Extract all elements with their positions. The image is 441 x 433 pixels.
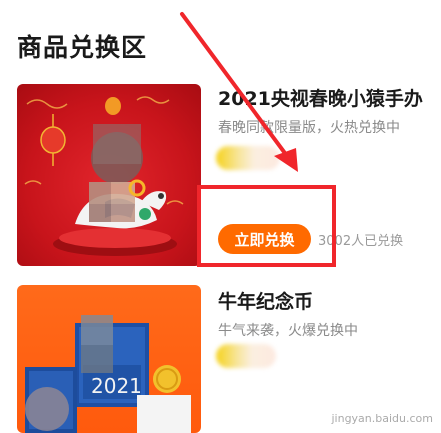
- redeemed-count: 3002人已兑换: [318, 234, 404, 249]
- product-image[interactable]: 2021: [17, 285, 201, 433]
- product-description: 牛气来袭，火爆兑换中: [218, 323, 358, 339]
- watermark: jingyan.baidu.com: [331, 412, 433, 425]
- price-badge: [216, 344, 276, 368]
- coin-box-illustration: 2021: [25, 315, 191, 433]
- product-name[interactable]: 牛年纪念币: [218, 287, 313, 314]
- figurine-illustration: [24, 96, 184, 256]
- page-title: 商品兑换区: [17, 33, 148, 62]
- product-name[interactable]: 2021央视春晚小猿手办: [218, 84, 423, 111]
- price-badge: [216, 146, 280, 170]
- box-year-text: 2021: [91, 374, 142, 398]
- product-description: 春晚同款限量版，火热兑换中: [218, 120, 400, 136]
- product-image[interactable]: [17, 84, 201, 266]
- highlight-box: [197, 185, 336, 267]
